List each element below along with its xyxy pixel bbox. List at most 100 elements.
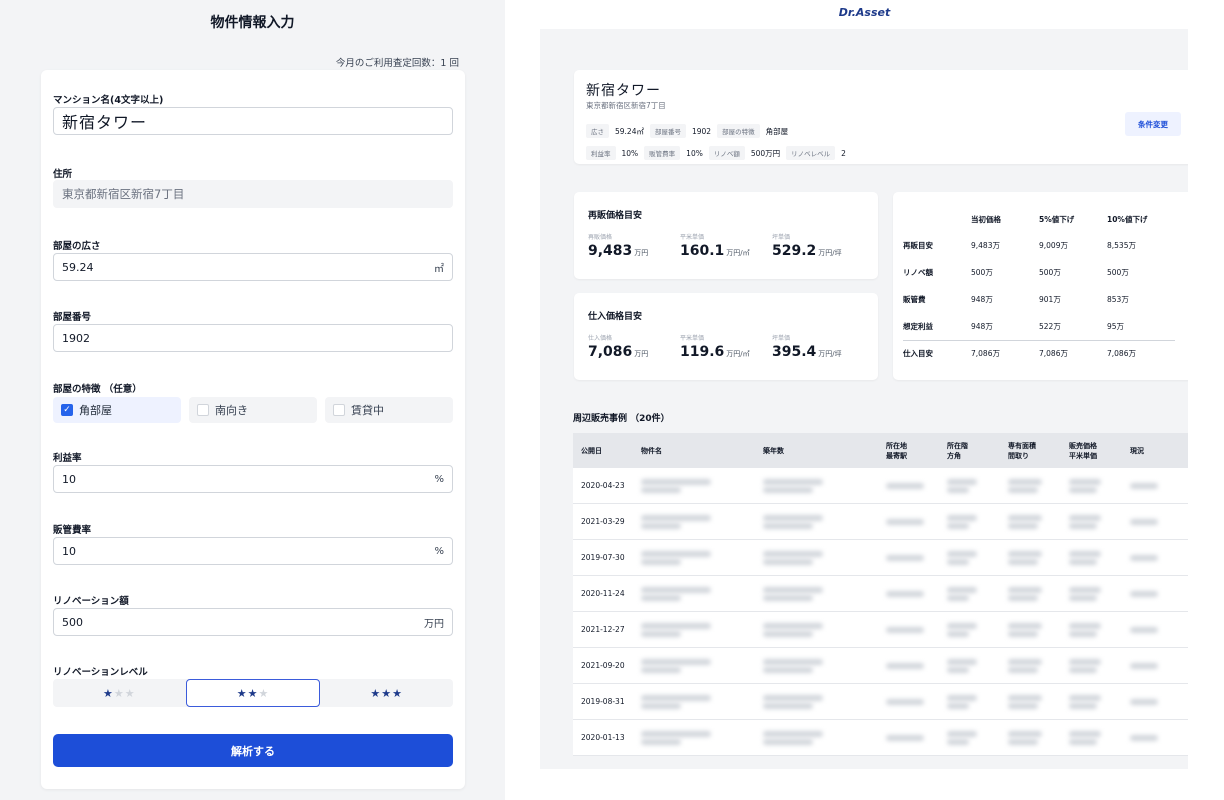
metric-value: 9,483: [588, 243, 633, 259]
listing-row[interactable]: 2021-03-29: [573, 504, 1188, 540]
tag-renov-value: 500万円: [750, 148, 781, 158]
listings-header-row: 公開日 物件名 築年数 所在地 最寄駅 所在階 方角 専有面積 間取り 販売価格 平米単…: [573, 433, 1188, 468]
blurred-text: [947, 514, 977, 521]
listing-date: 2021-09-20: [581, 661, 625, 670]
summary-row: 販管費 948万 901万 853万: [903, 286, 1175, 313]
summary-row-label: 販管費: [903, 295, 926, 304]
blurred-text: [763, 478, 823, 485]
summary-header: 当初価格: [971, 214, 1001, 224]
header-text: 所在地: [886, 441, 907, 450]
star-empty-icon: ★★: [113, 686, 136, 700]
summary-row: リノベ額 500万 500万 500万: [903, 259, 1175, 286]
listing-cell-redacted: [1063, 693, 1124, 711]
summary-header: 10%値下げ: [1107, 214, 1148, 224]
change-conditions-button[interactable]: 条件変更: [1125, 112, 1181, 136]
renovation-amount-unit: 万円: [424, 618, 444, 630]
analyze-button[interactable]: 解析する: [53, 734, 453, 767]
col-header-price[interactable]: 販売価格 平米単価: [1063, 441, 1124, 461]
blurred-text: [763, 730, 823, 737]
blurred-text: [641, 622, 711, 629]
blurred-text: [947, 550, 977, 557]
blurred-text: [947, 658, 977, 665]
price-summary-table: 当初価格 5%値下げ 10%値下げ 再販目安 9,483万 9,009万 8,5…: [903, 206, 1175, 367]
mansion-name-label: マンション名(4文字以上): [53, 95, 164, 106]
blurred-text: [641, 702, 681, 709]
blurred-text: [641, 586, 711, 593]
listing-cell-redacted: [1002, 513, 1063, 531]
feature-south-checkbox[interactable]: 南向き: [189, 397, 317, 423]
metric-unit: 万円: [634, 350, 649, 358]
blurred-text: [947, 586, 977, 593]
mansion-name-input[interactable]: 新宿タワー: [53, 107, 453, 135]
feature-rented-checkbox[interactable]: 賃貸中: [325, 397, 453, 423]
blurred-text: [641, 514, 711, 521]
header-text: 平米単価: [1069, 451, 1097, 460]
property-name: 新宿タワー: [586, 83, 661, 99]
listing-cell-redacted: [1063, 657, 1124, 675]
listing-date: 2021-03-29: [581, 517, 625, 526]
listings-table: 公開日 物件名 築年数 所在地 最寄駅 所在階 方角 専有面積 間取り 販売価格 平米単…: [573, 433, 1188, 756]
listing-cell-redacted: [941, 477, 1002, 495]
listing-row[interactable]: 2021-09-20: [573, 648, 1188, 684]
listing-row[interactable]: 2021-12-27: [573, 612, 1188, 648]
profit-rate-input[interactable]: 10 %: [53, 465, 453, 493]
listing-cell-redacted: [757, 477, 880, 495]
area-input[interactable]: 59.24 ㎡: [53, 253, 453, 281]
blurred-text: [641, 694, 711, 701]
blurred-text: [763, 594, 813, 601]
blurred-text: [1008, 558, 1038, 565]
listing-row[interactable]: 2020-11-24: [573, 576, 1188, 612]
col-header-floor[interactable]: 所在階 方角: [941, 441, 1002, 461]
level-1-option[interactable]: ★ ★★: [53, 679, 186, 707]
summary-cell: 7,086万: [1107, 339, 1175, 367]
listing-cell-redacted: [635, 693, 757, 711]
level-3-option[interactable]: ★★★: [320, 679, 453, 707]
tag-area: 広さ: [586, 124, 609, 138]
listing-row[interactable]: 2020-04-23: [573, 468, 1188, 504]
renovation-amount-input[interactable]: 500 万円: [53, 608, 453, 636]
listing-cell-redacted: [941, 513, 1002, 531]
tag-level: リノベレベル: [786, 146, 836, 160]
listing-cell-redacted: [757, 513, 880, 531]
address-label: 住所: [53, 169, 73, 180]
listing-row[interactable]: 2019-08-31: [573, 684, 1188, 720]
tag-area-value: 59.24㎡: [615, 126, 644, 136]
col-header-age[interactable]: 築年数: [757, 446, 880, 456]
room-number-input[interactable]: 1902: [53, 324, 453, 352]
area-label: 部屋の広さ: [53, 241, 101, 252]
listing-cell-redacted: [635, 621, 757, 639]
blurred-text: [947, 522, 969, 529]
feature-corner-checkbox[interactable]: ✓ 角部屋: [53, 397, 181, 423]
blurred-text: [1069, 550, 1101, 557]
checkbox-icon: [333, 404, 345, 416]
listing-cell-redacted: [635, 585, 757, 603]
listing-cell-redacted: [941, 729, 1002, 747]
col-header-name[interactable]: 物件名: [635, 446, 757, 456]
col-header-area[interactable]: 専有面積 間取り: [1002, 441, 1063, 461]
header-text: 専有面積: [1008, 441, 1036, 450]
blurred-text: [1008, 666, 1038, 673]
listing-row[interactable]: 2019-07-30: [573, 540, 1188, 576]
sga-rate-input[interactable]: 10 %: [53, 537, 453, 565]
col-header-status[interactable]: 現況: [1124, 446, 1174, 456]
resale-price-metric: 再販価格 9,483 万円: [588, 232, 648, 259]
listing-row[interactable]: 2020-01-13: [573, 720, 1188, 756]
listing-cell-redacted: [635, 477, 757, 495]
summary-cell: 901万: [1039, 295, 1061, 304]
blurred-text: [886, 482, 924, 489]
listing-cell-redacted: [1002, 477, 1063, 495]
feature-corner-label: 角部屋: [79, 404, 112, 417]
listing-cell-redacted: [941, 549, 1002, 567]
col-header-date[interactable]: 公開日: [573, 446, 635, 456]
blurred-text: [947, 666, 969, 673]
star-empty-icon: ★: [258, 686, 270, 700]
resale-sqm-metric: 平米単価 160.1 万円/㎡: [680, 232, 750, 259]
col-header-location[interactable]: 所在地 最寄駅: [880, 441, 941, 461]
blurred-text: [947, 694, 977, 701]
level-2-option[interactable]: ★★ ★: [185, 679, 321, 707]
listing-cell-redacted: [635, 549, 757, 567]
blurred-text: [1130, 626, 1158, 633]
blurred-text: [1008, 630, 1038, 637]
listing-cell-redacted: [1002, 585, 1063, 603]
blurred-text: [1069, 630, 1097, 637]
